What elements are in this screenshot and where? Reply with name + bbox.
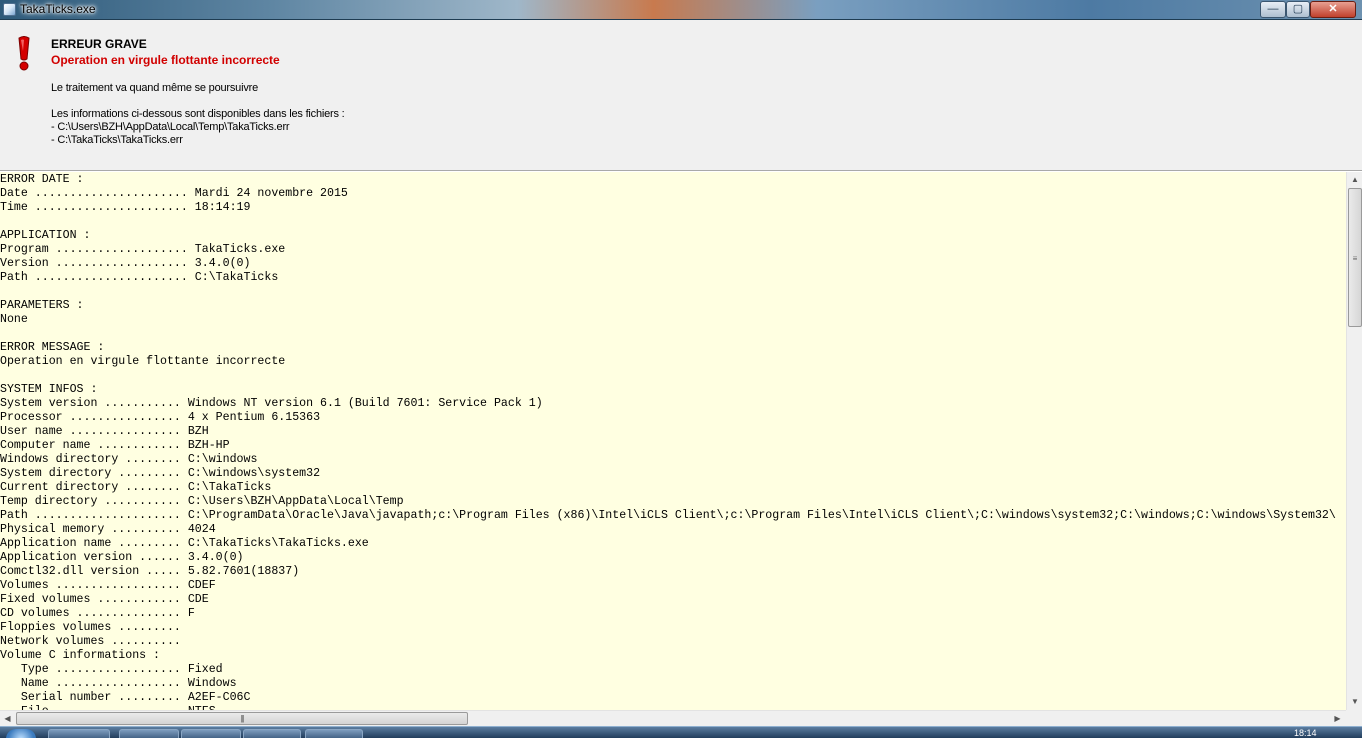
app-icon xyxy=(3,3,16,16)
start-button[interactable] xyxy=(6,729,36,738)
log-line: ERROR MESSAGE : xyxy=(0,341,105,354)
log-line: Physical memory .......... 4024 xyxy=(0,523,216,536)
log-line: Path ...................... C:\TakaTicks xyxy=(0,271,279,284)
taskbar-item[interactable] xyxy=(181,729,241,738)
error-title: ERREUR GRAVE xyxy=(51,37,147,51)
taskbar: 18:14 xyxy=(0,726,1362,738)
scroll-left-icon[interactable]: ◀ xyxy=(0,711,15,727)
log-line: Program ................... TakaTicks.ex… xyxy=(0,243,286,256)
log-line: System version ........... Windows NT ve… xyxy=(0,397,543,410)
scrollbar-corner xyxy=(1346,710,1362,726)
taskbar-item[interactable] xyxy=(305,729,363,738)
close-button[interactable]: ✕ xyxy=(1310,1,1356,18)
horizontal-scroll-thumb[interactable]: ||| xyxy=(16,712,468,725)
log-line: User name ................ BZH xyxy=(0,425,209,438)
vertical-scroll-thumb[interactable]: ≡ xyxy=(1348,188,1362,327)
log-line: APPLICATION : xyxy=(0,229,91,242)
error-header: ERREUR GRAVE Operation en virgule flotta… xyxy=(0,20,1362,171)
log-line: Processor ................ 4 x Pentium 6… xyxy=(0,411,321,424)
scroll-up-icon[interactable]: ▲ xyxy=(1347,172,1362,187)
log-line: Application version ...... 3.4.0(0) xyxy=(0,551,244,564)
error-message: Operation en virgule flottante incorrect… xyxy=(51,53,280,67)
maximize-button[interactable]: ▢ xyxy=(1286,1,1310,18)
log-line: Time ...................... 18:14:19 xyxy=(0,201,251,214)
scroll-down-icon[interactable]: ▼ xyxy=(1347,694,1362,709)
log-line: Name .................. Windows xyxy=(0,677,237,690)
log-line: Volume C informations : xyxy=(0,649,161,662)
log-line: Serial number ......... A2EF-C06C xyxy=(0,691,251,704)
log-line: Version ................... 3.4.0(0) xyxy=(0,257,251,270)
log-line: Operation en virgule flottante incorrect… xyxy=(0,355,286,368)
scroll-right-icon[interactable]: ▶ xyxy=(1330,711,1345,727)
log-line: Type .................. Fixed xyxy=(0,663,223,676)
log-line: Computer name ............ BZH-HP xyxy=(0,439,230,452)
log-line: Windows directory ........ C:\windows xyxy=(0,453,258,466)
continue-text: Le traitement va quand même se poursuivr… xyxy=(51,82,259,94)
window-title: TakaTicks.exe xyxy=(20,2,96,16)
taskbar-item[interactable] xyxy=(119,729,179,738)
taskbar-clock: 18:14 xyxy=(1294,728,1317,738)
info-intro: Les informations ci-dessous sont disponi… xyxy=(51,108,345,120)
log-line: Fixed volumes ............ CDE xyxy=(0,593,209,606)
log-line: Floppies volumes ......... xyxy=(0,621,181,634)
minimize-button[interactable]: — xyxy=(1260,1,1286,18)
log-line: Date ...................... Mardi 24 nov… xyxy=(0,187,348,200)
log-line: Network volumes .......... xyxy=(0,635,181,648)
error-log: ERROR DATE : Date ...................... … xyxy=(0,172,1346,710)
exclamation-icon xyxy=(18,36,30,71)
log-line: ERROR DATE : xyxy=(0,173,84,186)
title-bar[interactable]: TakaTicks.exe — ▢ ✕ xyxy=(0,0,1362,20)
taskbar-item[interactable] xyxy=(48,729,110,738)
vertical-scrollbar[interactable]: ▲ ≡ ▼ xyxy=(1346,172,1362,710)
log-line: Comctl32.dll version ..... 5.82.7601(188… xyxy=(0,565,300,578)
log-line: CD volumes ............... F xyxy=(0,607,195,620)
taskbar-item[interactable] xyxy=(243,729,301,738)
error-file-path-2: - C:\TakaTicks\TakaTicks.err xyxy=(51,134,183,146)
horizontal-scrollbar[interactable]: ◀ ||| ▶ xyxy=(0,710,1346,726)
log-line: Volumes .................. CDEF xyxy=(0,579,216,592)
error-log-textarea[interactable]: ERROR DATE : Date ...................... … xyxy=(0,172,1346,710)
log-line: Application name ......... C:\TakaTicks\… xyxy=(0,537,369,550)
log-line: PARAMETERS : xyxy=(0,299,84,312)
log-line: Temp directory ........... C:\Users\BZH\… xyxy=(0,495,404,508)
log-line: Path ..................... C:\ProgramDat… xyxy=(0,509,1336,522)
error-file-path-1: - C:\Users\BZH\AppData\Local\Temp\TakaTi… xyxy=(51,121,290,133)
log-line: None xyxy=(0,313,28,326)
log-line: SYSTEM INFOS : xyxy=(0,383,98,396)
log-line: System directory ......... C:\windows\sy… xyxy=(0,467,321,480)
log-line: Current directory ........ C:\TakaTicks xyxy=(0,481,272,494)
